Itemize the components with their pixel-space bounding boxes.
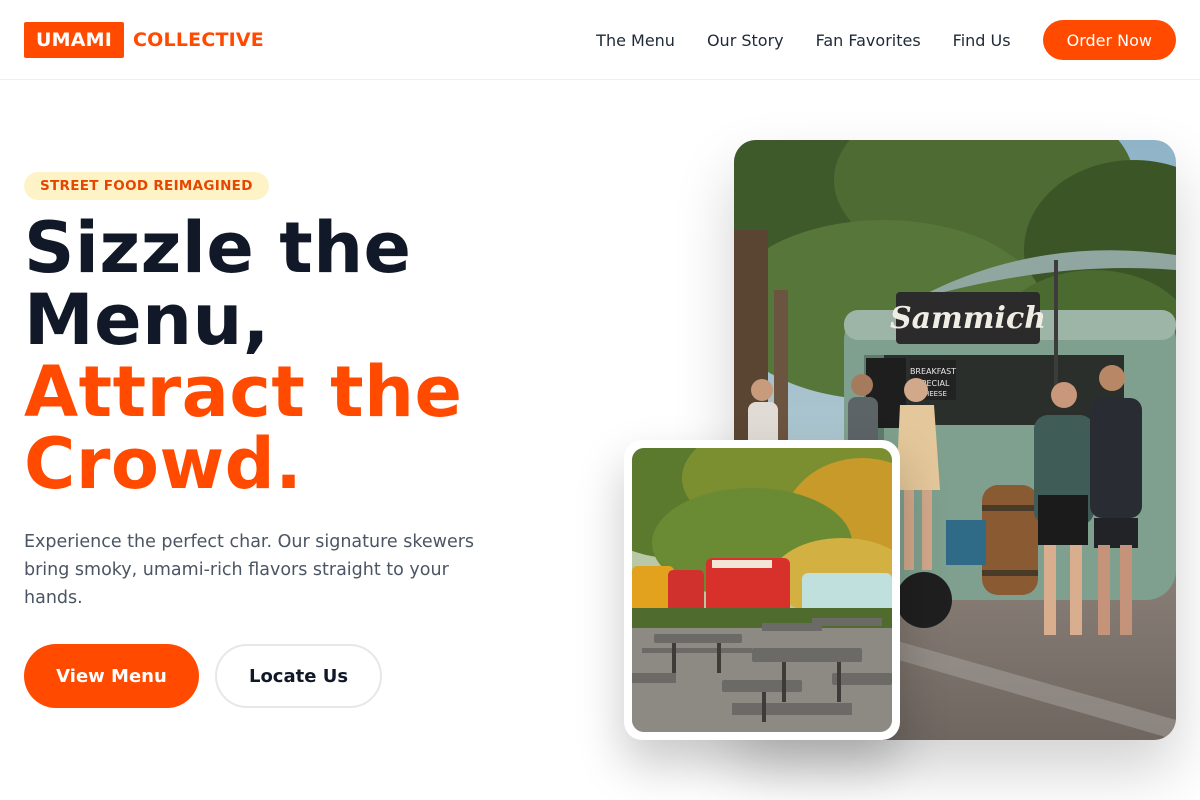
view-menu-button[interactable]: View Menu	[24, 644, 199, 708]
nav-link-story[interactable]: Our Story	[707, 31, 784, 50]
brand-logo[interactable]: UMAMI COLLECTIVE	[24, 22, 264, 58]
hero-badge: STREET FOOD REIMAGINED	[24, 172, 269, 200]
logo-wordmark: COLLECTIVE	[133, 29, 264, 51]
nav-link-menu[interactable]: The Menu	[596, 31, 675, 50]
locate-us-button[interactable]: Locate Us	[215, 644, 382, 708]
headline-line-1: Sizzle the	[24, 207, 412, 289]
headline-line-4: Crowd.	[24, 423, 303, 505]
truck-sign-text: Sammich	[890, 301, 1046, 336]
headline-line-2: Menu,	[24, 279, 270, 361]
board-text-1: BREAKFAST	[910, 367, 956, 376]
logo-mark: UMAMI	[24, 22, 125, 58]
site-header: UMAMI COLLECTIVE The Menu Our Story Fan …	[0, 0, 1200, 80]
headline-line-3: Attract the	[24, 351, 463, 433]
main-nav: The Menu Our Story Fan Favorites Find Us…	[596, 20, 1176, 60]
food-truck-park-photo	[624, 440, 900, 740]
nav-link-find-us[interactable]: Find Us	[953, 31, 1011, 50]
hero-description: Experience the perfect char. Our signatu…	[24, 532, 475, 608]
order-now-button[interactable]: Order Now	[1042, 20, 1176, 60]
hero-headline: Sizzle the Menu, Attract the Crowd.	[24, 212, 584, 500]
nav-link-favorites[interactable]: Fan Favorites	[816, 31, 921, 50]
